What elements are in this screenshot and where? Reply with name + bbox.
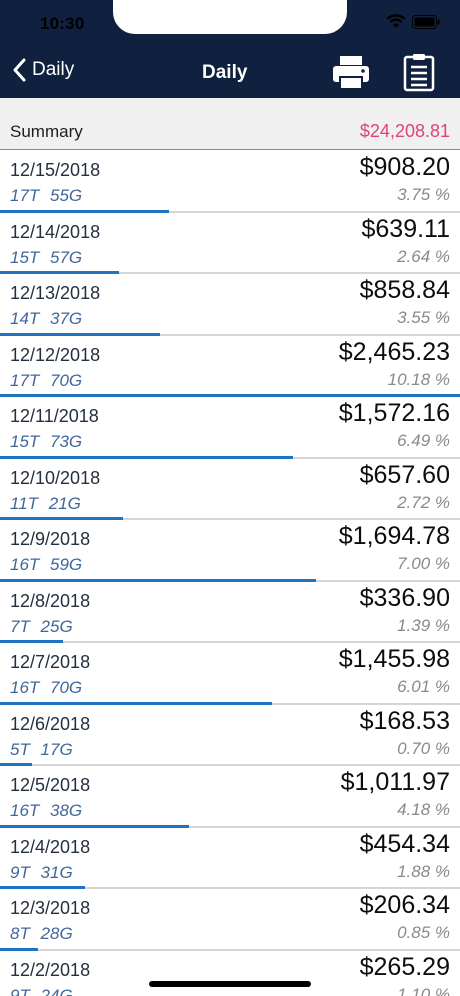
row-percent: 0.85 % xyxy=(397,923,450,942)
row-amount: $265.29 xyxy=(359,952,450,981)
row-amount: $206.34 xyxy=(359,891,450,919)
row-counts: 9T 24G xyxy=(10,985,73,996)
daily-row[interactable]: 12/4/2018 9T 31G $454.34 1.88 % xyxy=(0,828,460,889)
row-counts: 16T 59G xyxy=(10,555,83,574)
status-icons xyxy=(386,14,440,29)
row-date: 12/5/2018 xyxy=(10,775,91,795)
home-indicator[interactable] xyxy=(149,981,311,987)
row-percent: 1.88 % xyxy=(397,861,450,881)
daily-list: 12/15/2018 17T 55G $908.20 3.75 % 12/14/2018… xyxy=(0,151,460,996)
summary-row[interactable]: Summary $24,208.81 xyxy=(0,98,460,150)
daily-row[interactable]: 12/14/2018 15T 57G $639.11 2.64 % xyxy=(0,213,460,274)
row-counts: 15T 73G xyxy=(10,432,83,451)
daily-row[interactable]: 12/8/2018 7T 25G $336.90 1.39 % xyxy=(0,582,460,643)
row-percent: 1.10 % xyxy=(397,984,450,996)
daily-row[interactable]: 12/9/2018 16T 59G $1,694.78 7.00 % xyxy=(0,520,460,582)
row-percent: 6.01 % xyxy=(397,677,450,696)
back-button-label: Daily xyxy=(32,59,75,80)
row-percent: 0.70 % xyxy=(397,738,450,758)
row-percent: 3.55 % xyxy=(397,308,450,327)
row-amount: $1,572.16 xyxy=(338,399,450,427)
row-amount: $1,011.97 xyxy=(340,768,450,796)
daily-row[interactable]: 12/6/2018 5T 17G $168.53 0.70 % xyxy=(0,705,460,766)
daily-row[interactable]: 12/7/2018 16T 70G $1,455.98 6.01 % xyxy=(0,643,460,705)
chevron-left-icon xyxy=(13,58,26,82)
row-date: 12/15/2018 xyxy=(10,160,101,180)
printer-icon[interactable] xyxy=(331,52,371,97)
navigation-bar: 10:30 Daily Daily xyxy=(0,0,460,190)
row-counts: 8T 28G xyxy=(10,924,73,943)
summary-label: Summary xyxy=(10,122,83,141)
row-date: 12/6/2018 xyxy=(10,713,91,734)
daily-row[interactable]: 12/15/2018 17T 55G $908.20 3.75 % xyxy=(0,151,460,213)
summary-total: $24,208.81 xyxy=(359,121,450,141)
row-counts: 15T 57G xyxy=(10,247,83,267)
row-date: 12/7/2018 xyxy=(10,652,91,672)
row-amount: $168.53 xyxy=(359,706,450,735)
row-date: 12/4/2018 xyxy=(10,836,91,857)
row-percent: 7.00 % xyxy=(397,554,450,573)
row-counts: 16T 38G xyxy=(10,801,83,820)
daily-row[interactable]: 12/13/2018 14T 37G $858.84 3.55 % xyxy=(0,274,460,336)
row-counts: 16T 70G xyxy=(10,678,83,697)
row-counts: 9T 31G xyxy=(10,862,73,882)
row-counts: 17T 55G xyxy=(10,186,83,205)
row-amount: $1,455.98 xyxy=(338,645,450,673)
row-amount: $639.11 xyxy=(361,214,450,243)
back-button[interactable]: Daily xyxy=(12,58,74,82)
row-percent: 4.18 % xyxy=(397,800,450,819)
row-date: 12/11/2018 xyxy=(10,406,99,426)
row-percent: 2.72 % xyxy=(397,492,450,512)
row-counts: 7T 25G xyxy=(10,616,73,636)
status-time: 10:30 xyxy=(40,14,85,33)
clipboard-icon[interactable] xyxy=(403,52,435,97)
battery-icon xyxy=(412,14,440,29)
row-date: 12/8/2018 xyxy=(10,590,91,611)
wifi-icon xyxy=(386,14,406,29)
daily-row[interactable]: 12/2/2018 9T 24G $265.29 1.10 % xyxy=(0,951,460,996)
daily-row[interactable]: 12/3/2018 8T 28G $206.34 0.85 % xyxy=(0,889,460,951)
row-date: 12/2/2018 xyxy=(10,959,91,980)
row-counts: 14T 37G xyxy=(10,309,83,328)
row-counts: 5T 17G xyxy=(10,739,73,759)
row-date: 12/13/2018 xyxy=(10,283,101,303)
daily-row[interactable]: 12/10/2018 11T 21G $657.60 2.72 % xyxy=(0,459,460,520)
row-amount: $1,694.78 xyxy=(338,522,450,550)
row-amount: $454.34 xyxy=(359,829,450,858)
row-amount: $336.90 xyxy=(359,583,450,612)
row-amount: $858.84 xyxy=(359,276,450,304)
row-amount: $908.20 xyxy=(359,153,450,181)
device-notch xyxy=(113,0,347,34)
row-counts: 11T 21G xyxy=(10,493,81,513)
daily-row[interactable]: 12/11/2018 15T 73G $1,572.16 6.49 % xyxy=(0,397,460,459)
row-percent: 3.75 % xyxy=(397,185,450,204)
row-date: 12/3/2018 xyxy=(10,898,91,918)
row-date: 12/9/2018 xyxy=(10,529,91,549)
row-percent: 1.39 % xyxy=(397,615,450,635)
row-date: 12/14/2018 xyxy=(10,221,101,242)
daily-row[interactable]: 12/12/2018 17T 70G $2,465.23 10.18 % xyxy=(0,336,460,397)
row-percent: 10.18 % xyxy=(387,369,450,389)
row-amount: $2,465.23 xyxy=(338,337,450,366)
row-percent: 6.49 % xyxy=(397,431,450,450)
row-counts: 17T 70G xyxy=(10,370,83,390)
row-percent: 2.64 % xyxy=(397,246,450,266)
page-title: Daily xyxy=(202,62,248,83)
daily-row[interactable]: 12/5/2018 16T 38G $1,011.97 4.18 % xyxy=(0,766,460,828)
row-date: 12/12/2018 xyxy=(10,344,101,365)
row-amount: $657.60 xyxy=(359,460,450,489)
row-date: 12/10/2018 xyxy=(10,467,101,488)
